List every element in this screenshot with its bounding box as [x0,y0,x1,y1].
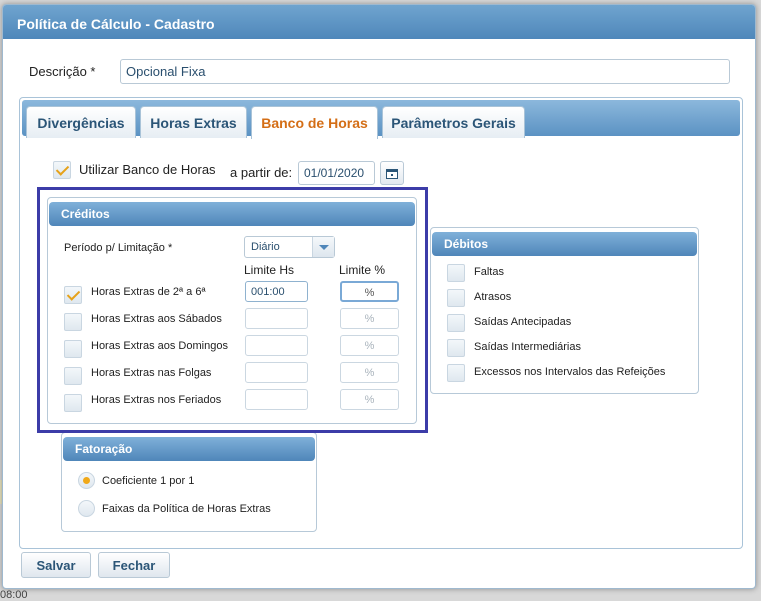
save-button[interactable]: Salvar [21,552,91,578]
debit-item-checkbox[interactable] [447,364,465,382]
debitos-title: Débitos [432,232,697,256]
factor-option-label: Coeficiente 1 por 1 [102,475,195,487]
tab-divergencias[interactable]: Divergências [26,106,136,138]
debit-item-checkbox[interactable] [447,314,465,332]
debit-item-label: Excessos nos Intervalos das Refeições [474,366,666,378]
tab-strip: Divergências Horas Extras Banco de Horas… [22,100,740,139]
calendar-button[interactable] [380,161,404,185]
debit-item-checkbox[interactable] [447,339,465,357]
debit-item-checkbox[interactable] [447,264,465,282]
dialog-title: Política de Cálculo - Cadastro [3,5,755,39]
tab-parametros-gerais[interactable]: Parâmetros Gerais [382,106,525,138]
tab-horas-extras[interactable]: Horas Extras [140,106,247,138]
debit-item-label: Atrasos [474,291,512,303]
calendar-icon [386,169,398,179]
backdrop-time: 08:00 [0,589,28,601]
highlight-frame [37,187,428,433]
factor-option-label: Faixas da Política de Horas Extras [102,503,271,515]
use-bank-checkbox[interactable] [53,161,71,179]
debit-item-label: Saídas Antecipadas [474,316,572,328]
use-bank-label: Utilizar Banco de Horas [79,162,216,177]
debit-item-checkbox[interactable] [447,289,465,307]
factor-option-radio[interactable] [78,500,95,517]
from-date-input[interactable] [298,161,375,185]
debit-item-label: Saídas Intermediárias [474,341,581,353]
factor-option-radio[interactable] [78,472,95,489]
from-date-label: a partir de: [230,165,293,180]
descricao-label: Descrição * [29,64,96,79]
close-button[interactable]: Fechar [98,552,170,578]
descricao-input[interactable] [120,59,730,84]
fatoracao-title: Fatoração [63,437,315,461]
tab-banco-de-horas[interactable]: Banco de Horas [251,106,378,139]
debit-item-label: Faltas [474,266,504,278]
